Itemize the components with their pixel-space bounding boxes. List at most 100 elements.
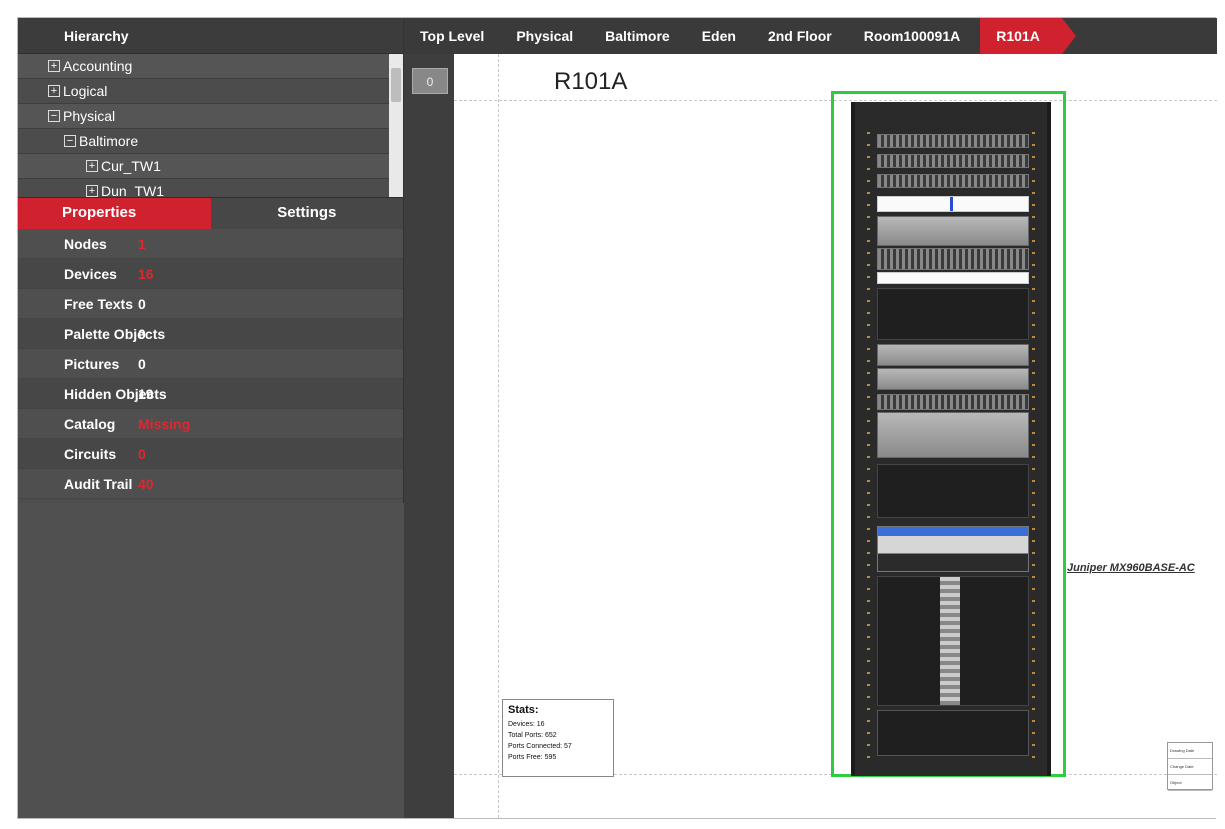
rack-device[interactable] [877, 174, 1029, 188]
property-row-devices[interactable]: Devices 16 [18, 259, 403, 289]
tree-item-physical[interactable]: − Physical [18, 104, 403, 129]
property-label: Nodes [64, 236, 107, 252]
tab-settings[interactable]: Settings [210, 198, 403, 229]
rack-device[interactable] [877, 368, 1029, 390]
property-row-hidden-objects: Hidden Objects 19 [18, 379, 403, 409]
tree-item-baltimore[interactable]: − Baltimore [18, 129, 403, 154]
tree-item-dun-tw1[interactable]: + Dun_TW1 [18, 179, 403, 197]
breadcrumb-item[interactable]: 2nd Floor [752, 18, 848, 54]
tree-item-accounting[interactable]: + Accounting [18, 54, 403, 79]
property-value[interactable]: 16 [138, 259, 338, 288]
stats-ports-connected: Ports Connected: 57 [508, 743, 572, 750]
breadcrumb-item[interactable]: Top Level [404, 18, 500, 54]
panel-tabs: Properties Settings [18, 197, 403, 229]
stats-title: Stats: [508, 704, 539, 716]
tree-item-cur-tw1[interactable]: + Cur_TW1 [18, 154, 403, 179]
line-card [940, 577, 960, 705]
tree-item-label: Cur_TW1 [101, 158, 161, 174]
tab-properties[interactable]: Properties [18, 198, 211, 229]
stats-devices: Devices: 16 [508, 721, 545, 728]
breadcrumb: Top Level Physical Baltimore Eden 2nd Fl… [404, 18, 1217, 54]
rack-device[interactable] [877, 154, 1029, 168]
breadcrumb-item[interactable]: Room100091A [848, 18, 977, 54]
properties-list: Nodes 1 Devices 16 Free Texts 0 Palette … [18, 229, 403, 499]
property-label: Catalog [64, 416, 116, 432]
tree-scrollbar[interactable] [389, 54, 403, 197]
property-value: 19 [138, 386, 154, 402]
rack-device[interactable] [877, 344, 1029, 366]
tree-item-label: Logical [63, 83, 108, 99]
title-block: Drawing Date Change Date Object [1167, 742, 1213, 791]
breadcrumb-item[interactable]: Eden [686, 18, 752, 54]
page-guide-line [498, 54, 499, 818]
expand-icon[interactable]: + [48, 60, 60, 73]
property-label: Hidden Objects [64, 386, 167, 402]
property-label: Audit Trail [64, 476, 133, 492]
stats-total-ports: Total Ports: 652 [508, 732, 557, 739]
property-label: Devices [64, 266, 117, 282]
rack-rail [867, 132, 870, 762]
rack-device[interactable] [877, 196, 1029, 212]
properties-empty-area [18, 503, 404, 818]
left-panel: Hierarchy + Accounting + Logical − Physical… [18, 18, 404, 818]
tree-item-logical[interactable]: + Logical [18, 79, 403, 104]
property-row-pictures: Pictures 0 [18, 349, 403, 379]
property-row-catalog[interactable]: Catalog Missing [18, 409, 403, 439]
breadcrumb-item[interactable]: Physical [500, 18, 589, 54]
device-label[interactable]: Juniper MX960BASE-AC [1067, 562, 1195, 574]
rack-device[interactable] [877, 710, 1029, 756]
stats-box: Stats: Devices: 16 Total Ports: 652 Port… [502, 699, 614, 777]
property-value: 0 [138, 356, 146, 372]
collapse-icon[interactable]: − [64, 135, 76, 148]
vertical-ruler: 0 [404, 54, 454, 818]
rack-device[interactable] [877, 134, 1029, 148]
rack-device-juniper[interactable] [877, 526, 1029, 572]
scrollbar-thumb[interactable] [391, 68, 401, 102]
tree-item-label: Dun_TW1 [101, 183, 165, 197]
property-row-free-texts: Free Texts 0 [18, 289, 403, 319]
tree-item-label: Physical [63, 108, 116, 124]
property-value[interactable]: 40 [138, 469, 338, 498]
property-value[interactable]: Missing [138, 409, 338, 438]
property-label: Pictures [64, 356, 120, 372]
title-block-field: Object [1168, 775, 1212, 791]
rack-device[interactable] [877, 576, 1029, 706]
zoom-level[interactable]: 0 [412, 68, 448, 94]
rack-device[interactable] [877, 464, 1029, 518]
tree-item-label: Baltimore [79, 133, 139, 149]
rack-device[interactable] [877, 394, 1029, 410]
property-row-circuits[interactable]: Circuits 0 [18, 439, 403, 469]
expand-icon[interactable]: + [86, 185, 98, 197]
rack-rail [1032, 132, 1035, 762]
rack[interactable] [851, 102, 1051, 776]
rack-device[interactable] [877, 248, 1029, 270]
breadcrumb-item-current[interactable]: R101A [980, 18, 1076, 54]
drawing-canvas[interactable]: R101A Juniper MX960BASE-AC Stats: Device… [454, 54, 1217, 818]
stats-ports-free: Ports Free: 595 [508, 754, 557, 761]
property-value[interactable]: 1 [138, 229, 338, 258]
property-row-palette-objects: Palette Objects 0 [18, 319, 403, 349]
rack-device[interactable] [877, 216, 1029, 246]
title-block-field: Drawing Date [1168, 743, 1212, 759]
app-frame: Hierarchy + Accounting + Logical − Physical… [17, 17, 1217, 819]
expand-icon[interactable]: + [86, 160, 98, 173]
expand-icon[interactable]: + [48, 85, 60, 98]
property-label: Palette Objects [64, 326, 166, 342]
property-row-audit-trail[interactable]: Audit Trail 40 [18, 469, 403, 499]
property-value: 0 [138, 296, 146, 312]
breadcrumb-item[interactable]: Baltimore [589, 18, 686, 54]
tree-item-label: Accounting [63, 58, 133, 74]
rack-title: R101A [554, 68, 628, 95]
property-value[interactable]: 0 [138, 439, 338, 468]
hierarchy-header: Hierarchy [18, 18, 403, 54]
hierarchy-tree: + Accounting + Logical − Physical − Baltimor… [18, 54, 403, 197]
property-label: Free Texts [64, 296, 133, 312]
property-label: Circuits [64, 446, 117, 462]
property-row-nodes[interactable]: Nodes 1 [18, 229, 403, 259]
collapse-icon[interactable]: − [48, 110, 60, 123]
status-indicator [950, 197, 953, 211]
rack-device[interactable] [877, 412, 1029, 458]
title-block-field: Change Date [1168, 759, 1212, 775]
rack-device[interactable] [877, 288, 1029, 340]
rack-device[interactable] [877, 272, 1029, 284]
